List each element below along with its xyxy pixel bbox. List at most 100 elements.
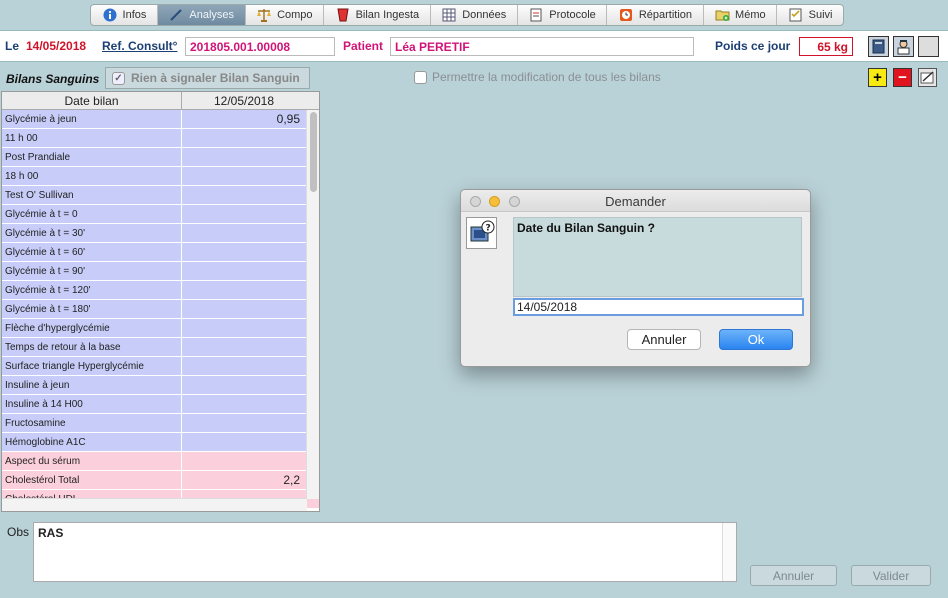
- date-label: Le: [5, 39, 20, 53]
- tab-label: Bilan Ingesta: [355, 9, 420, 21]
- plus-icon: +: [873, 69, 882, 86]
- notebook-button[interactable]: [868, 36, 889, 57]
- tab-bar: Infos Analyses Compo Bilan Ingesta Données Pr…: [90, 4, 844, 26]
- tab-répartition[interactable]: Répartition: [607, 5, 704, 25]
- row-label: Insuline à 14 H00: [2, 395, 182, 413]
- column-header-date-bilan[interactable]: Date bilan: [2, 92, 182, 109]
- annuler-button[interactable]: Annuler: [750, 565, 837, 586]
- row-value-cell[interactable]: [182, 148, 306, 166]
- table-row[interactable]: Glycémie à t = 30': [2, 224, 319, 243]
- consultation-header: Le 14/05/2018 Ref. Consult° 201805.001.0…: [0, 30, 948, 62]
- blank-button[interactable]: [918, 36, 939, 57]
- vertical-scrollbar[interactable]: [306, 110, 319, 499]
- row-value-cell[interactable]: [182, 129, 306, 147]
- row-label: Surface triangle Hyperglycémie: [2, 357, 182, 375]
- table-row[interactable]: Flèche d'hyperglycémie: [2, 319, 319, 338]
- row-value-cell[interactable]: [182, 357, 306, 375]
- pencil-paper-icon: [920, 71, 934, 84]
- permettre-modification-checkbox[interactable]: Permettre la modification de tous les bi…: [414, 70, 661, 84]
- row-value-cell[interactable]: [182, 433, 306, 451]
- dialog-titlebar: Demander: [461, 190, 810, 212]
- valider-button[interactable]: Valider: [851, 565, 931, 586]
- table-row[interactable]: Post Prandiale: [2, 148, 319, 167]
- row-value-cell[interactable]: [182, 167, 306, 185]
- tab-compo[interactable]: Compo: [246, 5, 325, 25]
- table-row[interactable]: Test O' Sullivan: [2, 186, 319, 205]
- obs-scrollbar[interactable]: [722, 523, 736, 581]
- row-value-cell[interactable]: [182, 281, 306, 299]
- date-value[interactable]: 14/05/2018: [26, 39, 86, 53]
- row-value-cell[interactable]: 2,2: [182, 471, 306, 489]
- horizontal-scrollbar[interactable]: [2, 498, 307, 511]
- tab-bilan-ingesta[interactable]: Bilan Ingesta: [324, 5, 431, 25]
- tab-suivi[interactable]: Suivi: [777, 5, 843, 25]
- tab-données[interactable]: Données: [431, 5, 518, 25]
- table-row[interactable]: Glycémie à t = 0: [2, 205, 319, 224]
- row-value-cell[interactable]: [182, 338, 306, 356]
- rien-a-signaler-checkbox[interactable]: ✓ Rien à signaler Bilan Sanguin: [105, 67, 310, 89]
- tab-label: Infos: [122, 9, 147, 21]
- row-label: Fructosamine: [2, 414, 182, 432]
- row-value-cell[interactable]: [182, 205, 306, 223]
- bilans-title: Bilans Sanguins: [6, 72, 100, 86]
- ref-consult-field[interactable]: 201805.001.00008: [185, 37, 335, 56]
- table-row[interactable]: Temps de retour à la base: [2, 338, 319, 357]
- row-value-cell[interactable]: [182, 186, 306, 204]
- table-row[interactable]: Glycémie à t = 90': [2, 262, 319, 281]
- weight-field[interactable]: 65 kg: [799, 37, 853, 56]
- table-row[interactable]: Surface triangle Hyperglycémie: [2, 357, 319, 376]
- table-row[interactable]: Insuline à jeun: [2, 376, 319, 395]
- row-label: Temps de retour à la base: [2, 338, 182, 356]
- table-row[interactable]: Cholestérol Total 2,2: [2, 471, 319, 490]
- row-label: Flèche d'hyperglycémie: [2, 319, 182, 337]
- ref-consult-link[interactable]: Ref. Consult°: [102, 39, 177, 53]
- add-bilan-button[interactable]: +: [868, 68, 887, 87]
- doctor-button[interactable]: [893, 36, 914, 57]
- bilan-table: Date bilan 12/05/2018 Glycémie à jeun 0,9…: [1, 91, 320, 512]
- row-value-cell[interactable]: [182, 452, 306, 470]
- row-value-cell[interactable]: [182, 319, 306, 337]
- row-value-cell[interactable]: [182, 300, 306, 318]
- row-value-cell[interactable]: [182, 395, 306, 413]
- row-value-cell[interactable]: [182, 262, 306, 280]
- grid-icon: [441, 7, 457, 23]
- row-value-cell[interactable]: 0,95: [182, 110, 306, 128]
- table-row[interactable]: Fructosamine: [2, 414, 319, 433]
- tab-mémo[interactable]: Mémo: [704, 5, 778, 25]
- table-row[interactable]: Glycémie à t = 120': [2, 281, 319, 300]
- tab-analyses[interactable]: Analyses: [157, 5, 246, 25]
- row-label: Glycémie à t = 0: [2, 205, 182, 223]
- row-value-cell[interactable]: [182, 243, 306, 261]
- row-label: Hémoglobine A1C: [2, 433, 182, 451]
- table-row[interactable]: Glycémie à jeun 0,95: [2, 110, 319, 129]
- remove-bilan-button[interactable]: −: [893, 68, 912, 87]
- row-label: 18 h 00: [2, 167, 182, 185]
- row-value-cell[interactable]: [182, 224, 306, 242]
- scroll-thumb[interactable]: [310, 112, 317, 192]
- table-row[interactable]: 18 h 00: [2, 167, 319, 186]
- column-header-bilan-date[interactable]: 12/05/2018: [182, 92, 306, 109]
- svg-text:?: ?: [485, 224, 490, 234]
- folder-add-icon: [714, 7, 730, 23]
- tab-label: Suivi: [808, 9, 833, 21]
- row-label: Test O' Sullivan: [2, 186, 182, 204]
- bilan-date-input[interactable]: 14/05/2018: [513, 298, 804, 316]
- row-label: Insuline à jeun: [2, 376, 182, 394]
- obs-textarea[interactable]: RAS: [33, 522, 737, 582]
- row-value-cell[interactable]: [182, 376, 306, 394]
- tab-infos[interactable]: Infos: [91, 5, 158, 25]
- table-row[interactable]: Glycémie à t = 180': [2, 300, 319, 319]
- print-bilan-button[interactable]: [918, 68, 937, 87]
- table-row[interactable]: 11 h 00: [2, 129, 319, 148]
- dialog-ok-button[interactable]: Ok: [719, 329, 793, 350]
- table-row[interactable]: Insuline à 14 H00: [2, 395, 319, 414]
- empty-checkbox-icon: [414, 70, 427, 84]
- table-row[interactable]: Aspect du sérum: [2, 452, 319, 471]
- dialog-cancel-button[interactable]: Annuler: [627, 329, 701, 350]
- tab-protocole[interactable]: Protocole: [518, 5, 608, 25]
- table-row[interactable]: Glycémie à t = 60': [2, 243, 319, 262]
- row-value-cell[interactable]: [182, 414, 306, 432]
- table-row[interactable]: Hémoglobine A1C: [2, 433, 319, 452]
- patient-field[interactable]: Léa PERETIF: [390, 37, 694, 56]
- row-label: Glycémie à t = 120': [2, 281, 182, 299]
